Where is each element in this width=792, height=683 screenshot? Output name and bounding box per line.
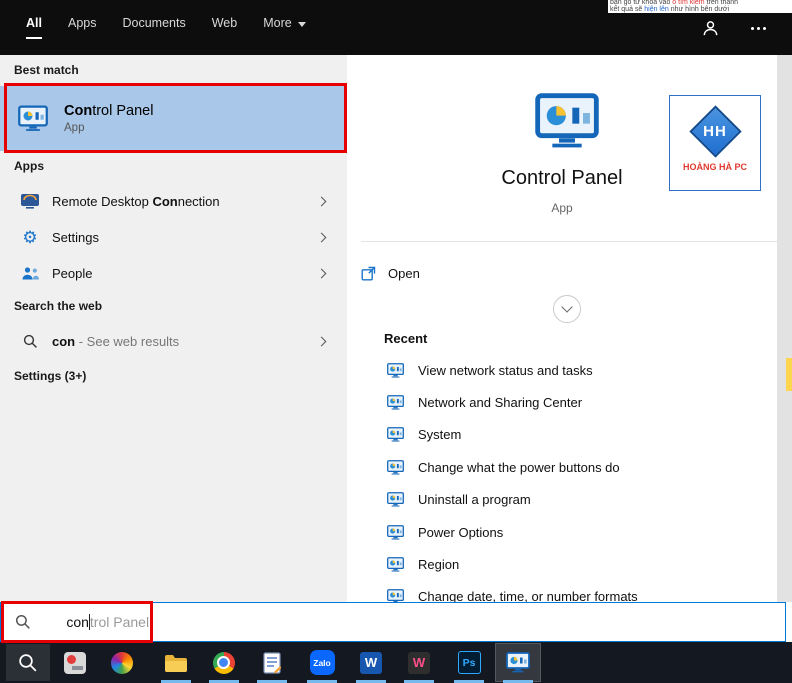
taskbar-word[interactable]: W (349, 644, 393, 683)
result-label: Settings (52, 229, 99, 245)
control-panel-icon (387, 395, 404, 411)
search-filter-tabs: All Apps Documents Web More (26, 16, 306, 39)
tab-more[interactable]: More (263, 16, 306, 39)
photoshop-icon: Ps (457, 651, 481, 674)
zalo-icon: Zalo (309, 650, 335, 675)
control-panel-icon (387, 362, 404, 378)
word-icon: W (360, 651, 382, 674)
taskbar-media-app[interactable] (100, 644, 144, 681)
recent-item[interactable]: System (347, 419, 777, 451)
chevron-down-icon (561, 301, 573, 313)
best-match-subtitle: App (64, 122, 85, 134)
open-label: Open (388, 265, 420, 281)
result-web-search[interactable]: con - See web results (0, 323, 347, 359)
chevron-down-icon (297, 22, 306, 27)
taskbar-text-editor[interactable] (250, 644, 294, 683)
preview-panel: Control Panel App HH HOÀNG HÀ PC Open Re… (347, 55, 777, 605)
search-icon (15, 614, 30, 629)
folder-icon (165, 654, 187, 672)
search-icon (19, 653, 37, 671)
recent-item[interactable]: Network and Sharing Center (347, 386, 777, 418)
taskbar-search-input[interactable]: control Panel (0, 602, 786, 642)
chevron-right-icon (316, 232, 327, 242)
recent-item[interactable]: View network status and tasks (347, 354, 777, 386)
settings-group-header: Settings (3+) (14, 369, 87, 383)
media-app-icon (111, 651, 133, 674)
background-page-highlight (786, 358, 792, 391)
control-panel-icon (387, 492, 404, 508)
hoang-ha-pc-logo: HH HOÀNG HÀ PC (669, 95, 761, 191)
best-match-title: Control Panel (64, 103, 154, 119)
search-the-web-header: Search the web (14, 299, 103, 313)
open-action[interactable]: Open (361, 255, 581, 291)
background-page-text: bạn gõ từ khóa vào ô tìm kiếm trên thanh… (608, 0, 792, 13)
control-panel-icon (18, 105, 48, 132)
control-panel-icon-large (529, 89, 605, 153)
taskbar-photoshop[interactable]: Ps (447, 644, 491, 683)
taskbar-wamp[interactable]: W (397, 644, 441, 683)
options-ellipsis-icon[interactable] (749, 23, 768, 34)
taskbar-search-button[interactable] (6, 644, 50, 681)
control-panel-icon (387, 427, 404, 443)
recent-header: Recent (384, 331, 428, 346)
people-icon (18, 266, 42, 281)
search-autocomplete-text: trol Panel (89, 614, 150, 630)
open-icon (361, 266, 376, 280)
windows-search-screen: bạn gõ từ khóa vào ô tìm kiếm trên thanh… (0, 0, 792, 683)
recent-item[interactable]: Uninstall a program (347, 484, 777, 516)
chevron-right-icon (316, 268, 327, 278)
logo-monogram: HH (703, 122, 727, 140)
tab-web[interactable]: Web (212, 16, 237, 39)
best-match-control-panel[interactable]: Control Panel App (0, 86, 347, 151)
settings-gear-icon: ⚙ (22, 227, 38, 247)
taskbar-control-panel[interactable] (495, 643, 541, 683)
taskbar-zalo[interactable]: Zalo (300, 644, 344, 683)
taskbar-file-explorer[interactable] (154, 644, 198, 683)
control-panel-icon (387, 524, 404, 540)
logo-caption: HOÀNG HÀ PC (682, 162, 747, 172)
taskbar-capture-tool[interactable] (53, 644, 97, 681)
control-panel-icon (387, 557, 404, 573)
search-typed-text: con (66, 614, 89, 630)
recent-item[interactable]: Power Options (347, 516, 777, 548)
taskbar-chrome[interactable] (202, 644, 246, 683)
remote-desktop-icon (18, 193, 42, 210)
notepad-icon (263, 651, 281, 674)
control-panel-icon (506, 652, 530, 673)
result-people[interactable]: People (0, 255, 347, 291)
result-label: con - See web results (52, 333, 180, 349)
capture-tool-icon (64, 651, 86, 674)
result-settings[interactable]: ⚙ Settings (0, 219, 347, 255)
result-label: Remote Desktop Connection (52, 193, 220, 209)
search-icon (18, 334, 42, 349)
recent-item[interactable]: Change what the power buttons do (347, 451, 777, 483)
tab-apps[interactable]: Apps (68, 16, 97, 39)
recent-item[interactable]: Region (347, 548, 777, 580)
recent-list: View network status and tasks Network an… (347, 354, 777, 613)
wamp-icon: W (408, 651, 430, 674)
tab-all[interactable]: All (26, 16, 42, 39)
result-remote-desktop-connection[interactable]: Remote Desktop Connection (0, 183, 347, 219)
taskbar: Zalo W W Ps (0, 642, 792, 683)
chevron-right-icon (316, 336, 327, 346)
control-panel-icon (387, 459, 404, 475)
result-label: People (52, 265, 93, 281)
chrome-icon (213, 651, 235, 674)
preview-app-subtitle: App (551, 201, 573, 215)
best-match-header: Best match (14, 63, 79, 77)
expand-details-button[interactable] (553, 295, 581, 323)
feedback-user-icon[interactable] (702, 20, 719, 37)
apps-header: Apps (14, 159, 44, 173)
background-line-2: kết quả sẽ hiện lên như hình bên dưới (610, 5, 730, 13)
search-results-panel: Best match Control Panel App Apps Remote… (0, 55, 347, 602)
tab-documents[interactable]: Documents (122, 16, 185, 39)
background-page-edge (777, 55, 792, 602)
chevron-right-icon (316, 196, 327, 206)
divider (361, 241, 777, 242)
